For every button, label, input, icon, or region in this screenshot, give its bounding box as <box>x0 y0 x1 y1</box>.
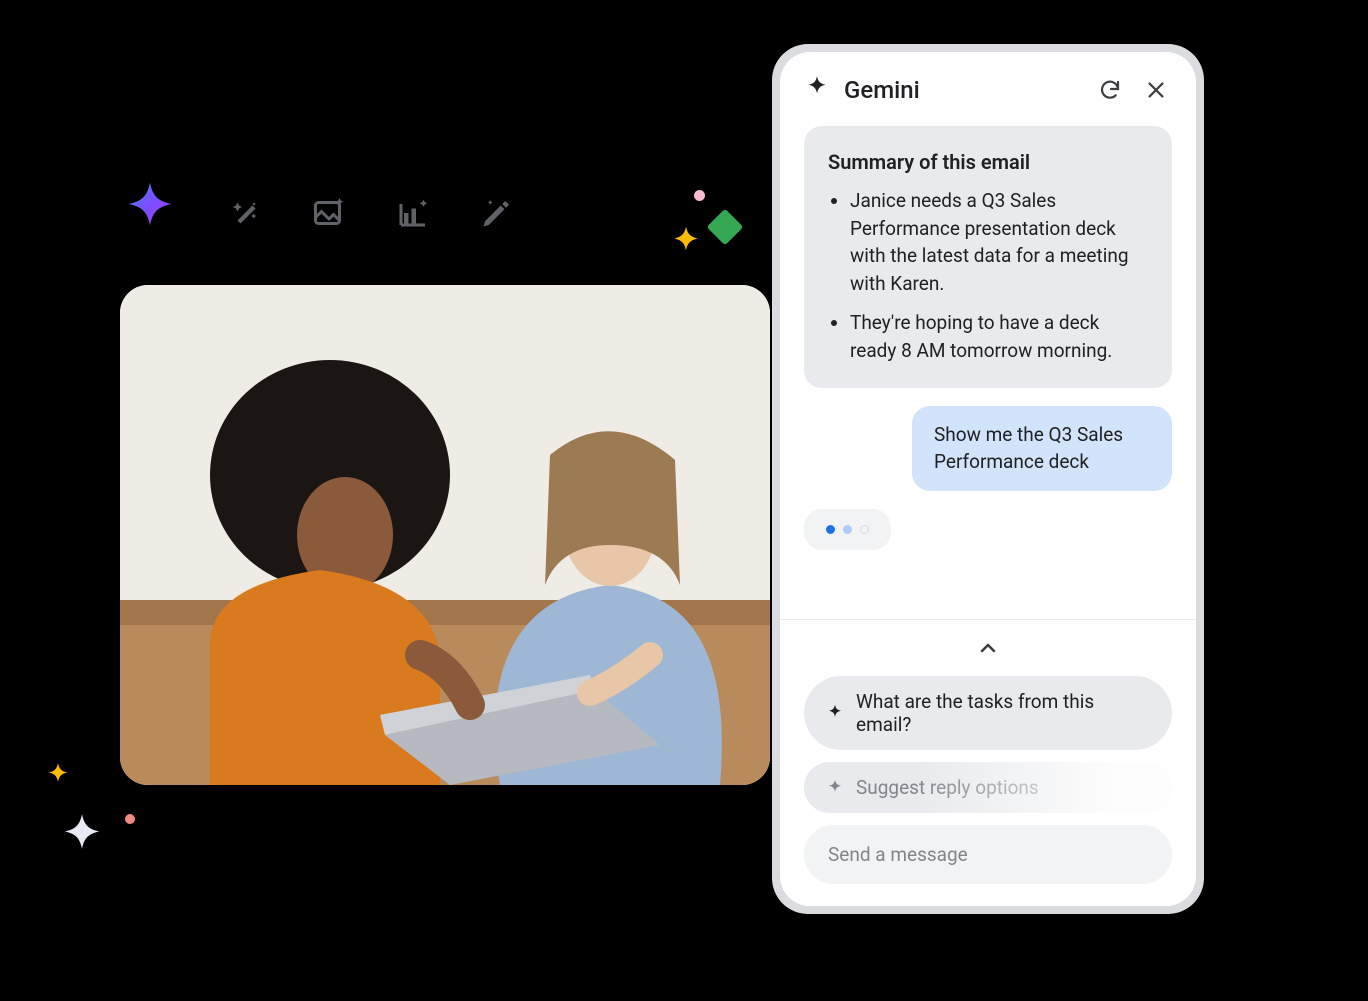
suggestions-section: What are the tasks from this email? Sugg… <box>780 619 1196 906</box>
chart-sparkle-icon <box>390 190 436 236</box>
sparkle-lavender <box>56 812 108 864</box>
typing-indicator <box>804 509 891 550</box>
ai-summary-card: Summary of this email Janice needs a Q3 … <box>804 126 1172 388</box>
sparkle-yellow-small <box>44 762 72 790</box>
panel-header: Gemini <box>780 52 1196 116</box>
suggestion-chip[interactable]: What are the tasks from this email? <box>804 676 1172 750</box>
dot-pink <box>694 190 705 201</box>
sparkle-icon <box>826 704 844 722</box>
user-message-bubble: Show me the Q3 Sales Performance deck <box>912 406 1172 491</box>
refresh-button[interactable] <box>1094 74 1126 106</box>
panel-title: Gemini <box>844 76 1080 104</box>
magic-wand-icon <box>222 190 268 236</box>
composer-placeholder: Send a message <box>828 843 968 866</box>
hero-photo <box>120 285 770 785</box>
diamond-green <box>707 209 744 246</box>
image-sparkle-icon <box>306 190 352 236</box>
pen-sparkle-icon <box>474 190 520 236</box>
message-composer[interactable]: Send a message <box>804 825 1172 884</box>
suggestion-label: Suggest reply options <box>856 776 1039 799</box>
summary-bullet: They're hoping to have a deck ready 8 AM… <box>850 309 1148 364</box>
conversation-area: Summary of this email Janice needs a Q3 … <box>780 116 1196 619</box>
sparkle-icon <box>826 779 844 797</box>
gemini-panel: Gemini Summary of this email Janice need… <box>780 52 1196 906</box>
gemini-panel-frame: Gemini Summary of this email Janice need… <box>772 44 1204 914</box>
sparkle-yellow <box>668 225 704 261</box>
dot-coral <box>125 814 135 824</box>
summary-heading: Summary of this email <box>828 148 1148 177</box>
collapse-suggestions-button[interactable] <box>970 634 1006 662</box>
icon-toolbar <box>120 190 520 236</box>
summary-bullet: Janice needs a Q3 Sales Performance pres… <box>850 187 1148 297</box>
sparkle-icon <box>804 75 830 105</box>
suggestion-label: What are the tasks from this email? <box>856 690 1150 736</box>
suggestion-chip[interactable]: Suggest reply options <box>804 762 1172 813</box>
close-button[interactable] <box>1140 74 1172 106</box>
